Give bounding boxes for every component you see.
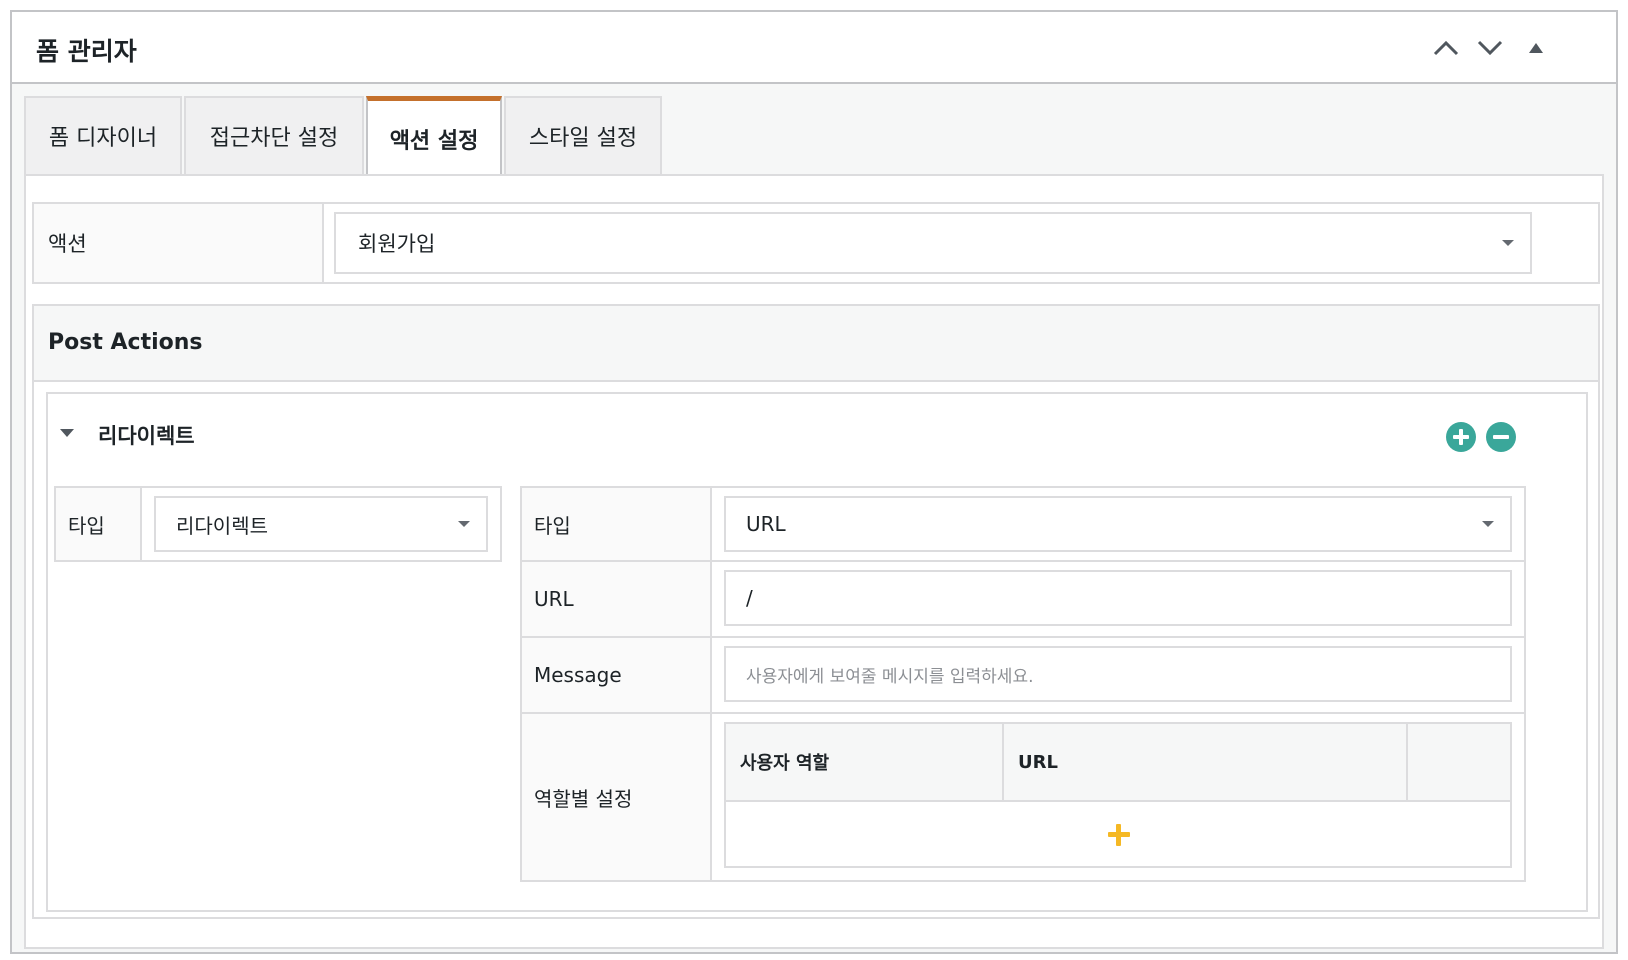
role-url-table: 사용자 역할 URL [724,722,1512,868]
post-actions-header: Post Actions [34,306,1598,382]
post-actions-title: Post Actions [48,330,203,355]
tab-access-block-settings[interactable]: 접근차단 설정 [184,96,364,174]
url-column-header: URL [1004,724,1408,800]
triangle-up-icon [1527,41,1545,55]
panel-header: 폼 관리자 [12,12,1616,84]
tab-label: 접근차단 설정 [209,126,339,151]
tab-action-settings[interactable]: 액션 설정 [366,96,502,176]
action-type-table: 타입 리다이렉트 [54,486,502,562]
redirect-message-input[interactable]: 사용자에게 보여줄 메시지를 입력하세요. [724,646,1512,702]
redirect-type-row: 타입 URL [522,488,1524,562]
redirect-url-input[interactable]: / [724,570,1512,626]
role-table-header: 사용자 역할 URL [726,724,1510,802]
action-row: 액션 회원가입 [32,202,1600,284]
chevron-up-icon [1432,39,1460,57]
redirect-type-label: 타입 [522,488,712,560]
redirect-toggle-button[interactable] [58,424,78,444]
redirect-type-select-value: URL [746,512,786,536]
dropdown-caret-icon [458,521,470,527]
action-type-label: 타입 [56,488,142,560]
redirect-message-row: Message 사용자에게 보여줄 메시지를 입력하세요. [522,638,1524,714]
move-up-button[interactable] [1426,28,1466,68]
remove-action-button[interactable] [1486,422,1516,452]
add-role-button[interactable] [1106,822,1132,848]
panel-title: 폼 관리자 [36,37,137,66]
tab-style-settings[interactable]: 스타일 설정 [504,96,662,174]
role-settings-row: 역할별 설정 사용자 역할 URL [522,714,1524,880]
actions-column-header [1408,724,1510,800]
redirect-url-label: URL [522,562,712,636]
redirect-title: 리다이렉트 [98,424,195,448]
action-label: 액션 [34,204,324,282]
tab-label: 폼 디자이너 [48,126,158,151]
caret-down-icon [60,429,74,437]
collapse-button[interactable] [1516,28,1556,68]
action-select[interactable]: 회원가입 [334,212,1532,274]
action-type-select-value: 리다이렉트 [176,513,268,538]
redirect-type-select[interactable]: URL [724,496,1512,552]
redirect-url-row: URL / [522,562,1524,638]
role-settings-label: 역할별 설정 [522,714,712,880]
redirect-message-label: Message [522,638,712,712]
action-select-value: 회원가입 [358,232,436,256]
action-type-select[interactable]: 리다이렉트 [154,496,488,552]
dropdown-caret-icon [1502,240,1514,246]
role-column-header: 사용자 역할 [726,724,1004,800]
tab-label: 액션 설정 [389,128,479,154]
redirect-settings-table: 타입 URL URL / Message 사용자에게 보여줄 메시지를 입력하세… [520,486,1526,882]
chevron-down-icon [1476,39,1504,57]
tab-label: 스타일 설정 [528,126,638,151]
tab-content: 액션 회원가입 Post Actions 리다이렉트 타입 리다이렉트 타입 U… [24,174,1604,949]
tab-form-designer[interactable]: 폼 디자이너 [24,96,182,174]
redirect-message-placeholder: 사용자에게 보여줄 메시지를 입력하세요. [746,666,1034,687]
add-action-button[interactable] [1446,422,1476,452]
redirect-action-box: 리다이렉트 타입 리다이렉트 타입 URL URL / Message 사용자에… [46,392,1588,912]
move-down-button[interactable] [1470,28,1510,68]
redirect-url-value: / [746,586,753,610]
form-manager-panel: 폼 관리자 폼 디자이너 접근차단 설정 액션 설정 스타일 설정 액션 회원가… [10,10,1618,954]
dropdown-caret-icon [1482,521,1494,527]
post-actions-box: Post Actions 리다이렉트 타입 리다이렉트 타입 URL URL /… [32,304,1600,919]
